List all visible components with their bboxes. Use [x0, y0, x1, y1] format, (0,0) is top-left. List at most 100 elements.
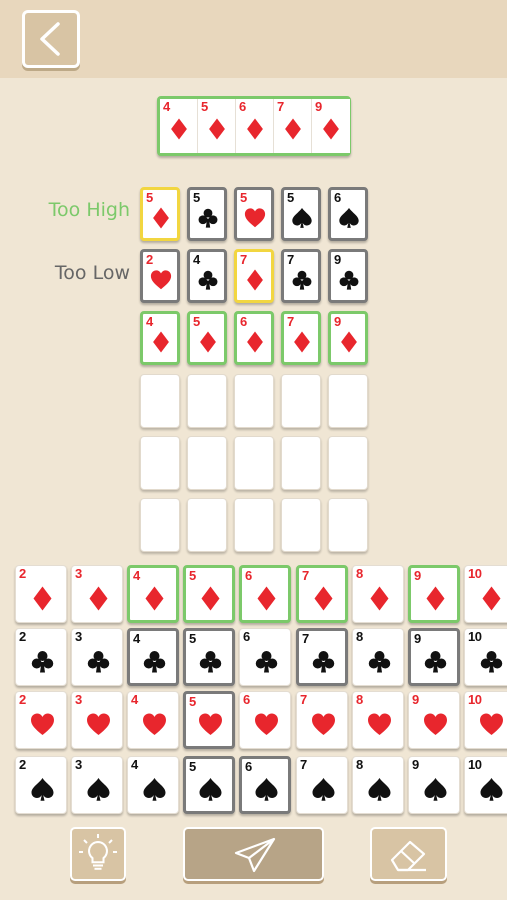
keyboard-card-diamond-4[interactable]: 4: [127, 565, 179, 623]
keyboard-card-diamond-8[interactable]: 8: [352, 565, 404, 623]
keyboard-card-diamond-7[interactable]: 7: [296, 565, 348, 623]
target-card: 4: [160, 99, 198, 153]
keyboard-card-diamond-6[interactable]: 6: [239, 565, 291, 623]
club-icon: [479, 649, 504, 678]
card-rank: 6: [243, 692, 250, 707]
keyboard-card-diamond-10[interactable]: 10: [464, 565, 507, 623]
empty-card-slot: [234, 374, 274, 428]
keyboard-card-spade-9[interactable]: 9: [408, 756, 460, 814]
target-hand: 4 5 6 7 9: [157, 96, 351, 156]
club-icon: [142, 649, 167, 678]
paper-plane-icon: [234, 837, 276, 873]
keyboard-card-heart-6[interactable]: 6: [239, 691, 291, 749]
spade-icon: [142, 777, 167, 806]
club-icon: [254, 649, 279, 678]
keyboard-card-spade-6[interactable]: 6: [239, 756, 291, 814]
diamond-icon: [367, 586, 392, 615]
card-rank: 5: [146, 190, 153, 205]
empty-card-slot: [281, 374, 321, 428]
keyboard-card-club-6[interactable]: 6: [239, 628, 291, 686]
keyboard-card-spade-3[interactable]: 3: [71, 756, 123, 814]
keyboard-card-spade-2[interactable]: 2: [15, 756, 67, 814]
keyboard-card-heart-5[interactable]: 5: [183, 691, 235, 749]
card-rank: 3: [75, 566, 82, 581]
guess-card: 9: [328, 249, 368, 303]
club-icon: [311, 649, 336, 678]
keyboard-card-spade-10[interactable]: 10: [464, 756, 507, 814]
diamond-icon: [282, 118, 304, 144]
keyboard-card-heart-8[interactable]: 8: [352, 691, 404, 749]
card-rank: 8: [356, 629, 363, 644]
card-rank: 9: [414, 631, 421, 646]
keyboard-card-heart-3[interactable]: 3: [71, 691, 123, 749]
keyboard-card-diamond-5[interactable]: 5: [183, 565, 235, 623]
card-rank: 10: [468, 692, 482, 707]
keyboard-card-heart-9[interactable]: 9: [408, 691, 460, 749]
heart-icon: [244, 207, 266, 233]
empty-card-slot: [234, 436, 274, 490]
guess-card: 7: [281, 249, 321, 303]
empty-card-slot: [328, 436, 368, 490]
club-icon: [197, 269, 219, 295]
erase-button[interactable]: [370, 827, 447, 881]
keyboard-card-spade-5[interactable]: 5: [183, 756, 235, 814]
empty-card-slot: [187, 374, 227, 428]
keyboard-card-diamond-3[interactable]: 3: [71, 565, 123, 623]
keyboard-card-heart-10[interactable]: 10: [464, 691, 507, 749]
card-rank: 2: [19, 757, 26, 772]
card-rank: 9: [315, 99, 322, 114]
diamond-icon: [244, 118, 266, 144]
keyboard-card-club-8[interactable]: 8: [352, 628, 404, 686]
guess-card: 5: [187, 187, 227, 241]
card-rank: 9: [334, 252, 341, 267]
card-rank: 6: [239, 99, 246, 114]
heart-icon: [367, 712, 392, 741]
guess-card: 7: [281, 311, 321, 365]
keyboard-card-heart-4[interactable]: 4: [127, 691, 179, 749]
keyboard-card-club-2[interactable]: 2: [15, 628, 67, 686]
keyboard-card-spade-4[interactable]: 4: [127, 756, 179, 814]
card-rank: 9: [412, 757, 419, 772]
diamond-icon: [206, 118, 228, 144]
guess-card: 5: [187, 311, 227, 365]
spade-icon: [254, 777, 279, 806]
club-icon: [197, 207, 219, 233]
keyboard-card-club-3[interactable]: 3: [71, 628, 123, 686]
card-rank: 6: [245, 759, 252, 774]
diamond-icon: [150, 331, 172, 357]
keyboard-card-club-5[interactable]: 5: [183, 628, 235, 686]
card-rank: 9: [412, 692, 419, 707]
spade-icon: [367, 777, 392, 806]
spade-icon: [338, 207, 360, 233]
keyboard-card-club-7[interactable]: 7: [296, 628, 348, 686]
card-rank: 7: [300, 692, 307, 707]
keyboard-card-heart-2[interactable]: 2: [15, 691, 67, 749]
target-card: 7: [274, 99, 312, 153]
keyboard-card-diamond-9[interactable]: 9: [408, 565, 460, 623]
back-button[interactable]: [22, 10, 80, 68]
keyboard-card-spade-8[interactable]: 8: [352, 756, 404, 814]
club-icon: [198, 649, 223, 678]
club-icon: [86, 649, 111, 678]
club-icon: [338, 269, 360, 295]
card-rank: 7: [302, 568, 309, 583]
keyboard-card-club-4[interactable]: 4: [127, 628, 179, 686]
keyboard-card-diamond-2[interactable]: 2: [15, 565, 67, 623]
card-rank: 7: [277, 99, 284, 114]
target-card: 5: [198, 99, 236, 153]
target-card: 9: [312, 99, 350, 153]
keyboard-card-club-9[interactable]: 9: [408, 628, 460, 686]
card-rank: 9: [334, 314, 341, 329]
card-rank: 6: [245, 568, 252, 583]
card-rank: 6: [334, 190, 341, 205]
keyboard-card-spade-7[interactable]: 7: [296, 756, 348, 814]
card-rank: 4: [131, 692, 138, 707]
card-rank: 3: [75, 629, 82, 644]
diamond-icon: [320, 118, 342, 144]
keyboard-card-heart-7[interactable]: 7: [296, 691, 348, 749]
submit-button[interactable]: [183, 827, 324, 881]
spade-icon: [30, 777, 55, 806]
spade-icon: [423, 777, 448, 806]
hint-button[interactable]: [70, 827, 126, 881]
keyboard-card-club-10[interactable]: 10: [464, 628, 507, 686]
